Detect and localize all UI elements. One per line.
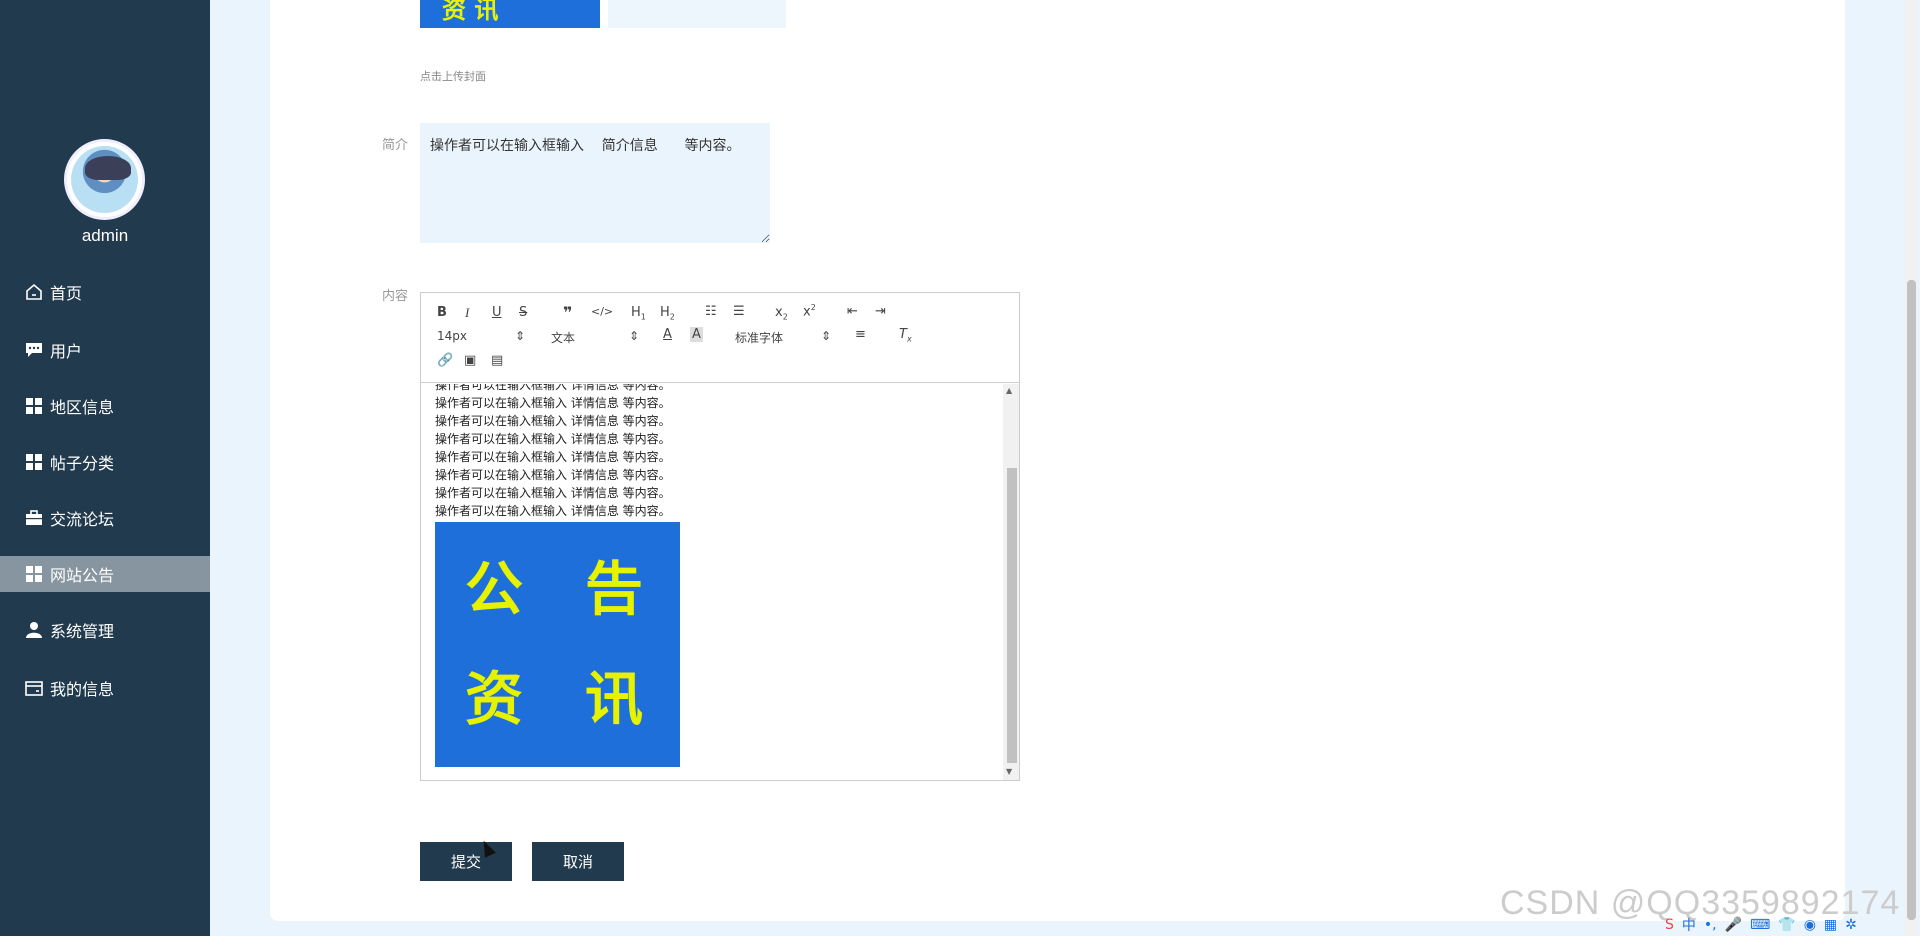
select-arrows-icon: ⇕	[514, 329, 525, 343]
sidebar-item-post-categories[interactable]: 帖子分类	[0, 444, 210, 480]
content-line: 操作者可以在输入框输入 详情信息 等内容。	[435, 414, 671, 428]
content-line: 操作者可以在输入框输入 详情信息 等内容。	[435, 468, 671, 482]
ime-logo-icon: S	[1665, 917, 1674, 933]
sidebar: admin 首页 用户 地区信息 帖子分类 交流论坛 网站公告 系统管理 我的信…	[0, 0, 210, 936]
paragraph-value: 文本	[551, 331, 576, 345]
sidebar-item-system[interactable]: 系统管理	[0, 612, 210, 648]
rich-text-editor: B I U S ❞ </> H1 H2 ☷ ☰ x2 x2 ⇤ ⇥ 14px ⇕ …	[420, 292, 1020, 781]
font-color-button[interactable]: A	[663, 327, 672, 342]
summary-textarea[interactable]	[420, 123, 770, 243]
grid-icon	[24, 564, 44, 584]
announcement-image: 公 告 资 讯	[435, 522, 680, 767]
briefcase-icon	[24, 508, 44, 528]
font-size-value: 14px	[437, 329, 467, 343]
editor-content[interactable]: 操作者可以在输入框输入 详情信息 等内容。 操作者可以在输入框输入 详情信息 等…	[421, 384, 1003, 780]
indent-icon[interactable]: ⇥	[875, 304, 886, 319]
select-arrows-icon: ⇕	[820, 329, 831, 343]
sidebar-item-users[interactable]: 用户	[0, 332, 210, 368]
content-line: 操作者可以在输入框输入 详情信息 等内容。	[435, 396, 671, 410]
background-color-button[interactable]: A	[690, 327, 703, 342]
system-tray: S 中 •, 🎤 ⌨ 👕 ◉ ▦ ✲	[1665, 914, 1857, 936]
skin-icon[interactable]: 👕	[1778, 917, 1795, 933]
content-line: 操作者可以在输入框输入 详情信息 等内容。	[435, 450, 671, 464]
sidebar-item-label: 帖子分类	[50, 454, 115, 473]
grid-icon	[24, 396, 44, 416]
blockquote-icon[interactable]: ❞	[563, 303, 572, 322]
game-icon[interactable]: ◉	[1804, 917, 1816, 933]
scroll-down-icon[interactable]: ▼	[1006, 767, 1012, 776]
sidebar-item-label: 用户	[50, 342, 83, 361]
subscript-button[interactable]: x2	[775, 305, 788, 322]
content-line: 操作者可以在输入框输入 详情信息 等内容。	[435, 384, 671, 392]
avatar[interactable]	[64, 139, 145, 220]
avatar-image	[71, 146, 138, 213]
italic-button[interactable]: I	[465, 305, 469, 321]
editor-scrollbar-thumb[interactable]	[1007, 468, 1017, 763]
user-icon	[24, 620, 44, 640]
sidebar-item-label: 系统管理	[50, 622, 115, 641]
home-icon	[24, 282, 44, 302]
scroll-up-icon[interactable]: ▲	[1006, 386, 1012, 395]
video-icon[interactable]: ▤	[491, 353, 503, 368]
image-char: 公	[465, 555, 524, 623]
summary-label: 简介	[382, 138, 409, 153]
ordered-list-icon[interactable]: ☷	[705, 304, 717, 319]
sidebar-item-regions[interactable]: 地区信息	[0, 388, 210, 424]
punctuation-icon[interactable]: •,	[1704, 917, 1717, 933]
cover-image[interactable]: 资 讯	[420, 0, 600, 28]
page-scrollbar-thumb[interactable]	[1907, 280, 1916, 920]
content-label: 内容	[382, 289, 409, 304]
image-char: 资	[465, 665, 524, 733]
font-family-select[interactable]: 标准字体 ⇕	[735, 329, 831, 346]
grid-icon	[24, 452, 44, 472]
align-icon[interactable]: ≡	[855, 327, 866, 342]
sidebar-item-label: 交流论坛	[50, 510, 115, 529]
code-icon[interactable]: </>	[591, 305, 613, 318]
sidebar-item-home[interactable]: 首页	[0, 274, 210, 310]
editor-toolbar: B I U S ❞ </> H1 H2 ☷ ☰ x2 x2 ⇤ ⇥ 14px ⇕ …	[421, 293, 1019, 383]
strike-button[interactable]: S	[519, 305, 527, 320]
content-line: 操作者可以在输入框输入 详情信息 等内容。	[435, 486, 671, 500]
settings-icon[interactable]: ✲	[1845, 917, 1857, 933]
cover-image-text: 资 讯	[442, 0, 499, 24]
h2-button[interactable]: H2	[660, 305, 675, 322]
bullet-list-icon[interactable]: ☰	[733, 304, 745, 319]
bold-button[interactable]: B	[437, 305, 447, 320]
superscript-button[interactable]: x2	[803, 303, 816, 319]
link-icon[interactable]: 🔗	[437, 353, 453, 368]
clear-format-icon[interactable]: Tx	[899, 327, 912, 344]
outdent-icon[interactable]: ⇤	[847, 304, 858, 319]
submit-button[interactable]: 提交	[420, 842, 512, 881]
upload-hint[interactable]: 点击上传封面	[420, 68, 486, 84]
cancel-button[interactable]: 取消	[532, 842, 624, 881]
content-line: 操作者可以在输入框输入 详情信息 等内容。	[435, 432, 671, 446]
sidebar-item-announcements[interactable]: 网站公告	[0, 556, 210, 592]
font-size-select[interactable]: 14px ⇕	[437, 329, 525, 343]
h1-button[interactable]: H1	[631, 305, 646, 322]
card-icon	[24, 678, 44, 698]
microphone-icon[interactable]: 🎤	[1725, 917, 1742, 933]
image-char: 告	[585, 555, 644, 623]
image-icon[interactable]: ▣	[464, 353, 476, 368]
sidebar-item-label: 我的信息	[50, 680, 115, 699]
select-arrows-icon: ⇕	[628, 329, 639, 343]
grid-menu-icon[interactable]: ▦	[1824, 917, 1837, 933]
keyboard-icon[interactable]: ⌨	[1750, 917, 1770, 933]
sidebar-item-label: 网站公告	[50, 566, 115, 585]
cover-field[interactable]	[608, 0, 786, 28]
underline-button[interactable]: U	[492, 305, 502, 320]
font-family-value: 标准字体	[735, 331, 784, 345]
ime-mode[interactable]: 中	[1682, 915, 1696, 935]
sidebar-item-forum[interactable]: 交流论坛	[0, 500, 210, 536]
content-line: 操作者可以在输入框输入 详情信息 等内容。	[435, 504, 671, 518]
username: admin	[81, 226, 129, 245]
sidebar-item-label: 地区信息	[50, 398, 115, 417]
image-char: 讯	[585, 665, 644, 733]
sidebar-item-my-info[interactable]: 我的信息	[0, 670, 210, 706]
paragraph-select[interactable]: 文本 ⇕	[551, 329, 639, 346]
sidebar-item-label: 首页	[50, 284, 83, 303]
chat-icon	[24, 340, 44, 360]
